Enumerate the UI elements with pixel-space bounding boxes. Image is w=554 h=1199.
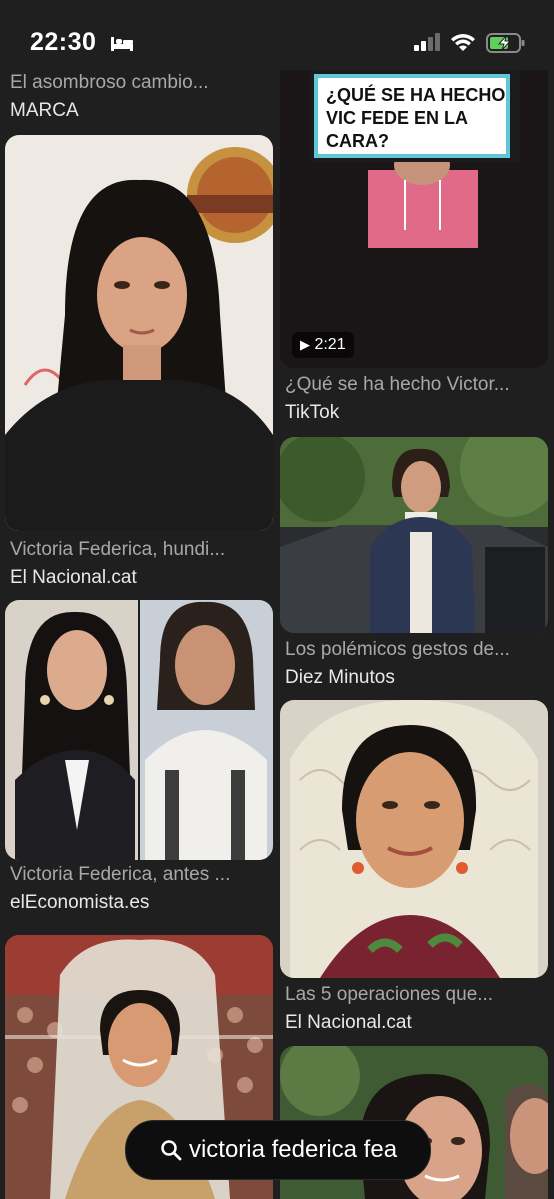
result-title: Los polémicos gestos de... (285, 639, 510, 660)
result-thumbnail[interactable] (280, 437, 548, 633)
video-duration-badge: ▶ 2:21 (292, 332, 354, 358)
search-icon (161, 1140, 182, 1161)
result-title: El asombroso cambio... (10, 72, 209, 93)
result-thumbnail[interactable] (280, 700, 548, 978)
cellular-signal-icon (414, 33, 440, 51)
result-source: El Nacional.cat (10, 567, 137, 588)
result-thumbnail[interactable] (5, 600, 273, 860)
side-by-side-photo (5, 600, 273, 860)
play-icon: ▶ (300, 337, 310, 352)
result-title: Las 5 operaciones que... (285, 984, 494, 1005)
result-title: ¿Qué se ha hecho Victor... (285, 374, 510, 395)
result-source: El Nacional.cat (285, 1012, 412, 1033)
result-source: elEconomista.es (10, 892, 150, 913)
image-result-card[interactable]: Victoria Federica, antes ... elEconomist… (5, 600, 275, 920)
image-result-card[interactable]: Las 5 operaciones que... El Nacional.cat (280, 700, 550, 1040)
overlay-text: ¿QUÉ SE HA HECHO VIC FEDE EN LA CARA? (326, 85, 506, 151)
battery-charging-icon (486, 33, 525, 53)
image-result-card[interactable]: El asombroso cambio... MARCA (5, 60, 275, 130)
portrait-photo (5, 135, 273, 531)
result-source: Diez Minutos (285, 667, 395, 688)
street-photo (280, 437, 548, 633)
wifi-icon (451, 34, 475, 51)
result-source: MARCA (10, 100, 79, 121)
status-time: 22:30 (30, 28, 97, 56)
search-query-text: victoria federica fea (188, 1136, 398, 1163)
image-result-card[interactable]: Los polémicos gestos de... Diez Minutos (280, 437, 550, 692)
result-title: Victoria Federica, antes ... (10, 864, 231, 885)
sleep-focus-icon (111, 37, 133, 51)
video-overlay-caption: ¿QUÉ SE HA HECHO VIC FEDE EN LA CARA? (310, 70, 520, 162)
video-thumbnail[interactable]: ¿QUÉ SE HA HECHO VIC FEDE EN LA CARA? ▶ … (280, 60, 548, 368)
mantilla-portrait-photo (280, 700, 548, 978)
duration-label: 2:21 (314, 336, 346, 353)
result-source: TikTok (285, 402, 340, 423)
search-query-chip[interactable]: victoria federica fea (125, 1120, 431, 1180)
result-thumbnail[interactable] (5, 135, 273, 531)
result-title: Victoria Federica, hundi... (10, 539, 226, 560)
status-bar: 22:30 (0, 0, 554, 70)
image-result-card[interactable]: Victoria Federica, hundi... El Nacional.… (5, 135, 275, 590)
